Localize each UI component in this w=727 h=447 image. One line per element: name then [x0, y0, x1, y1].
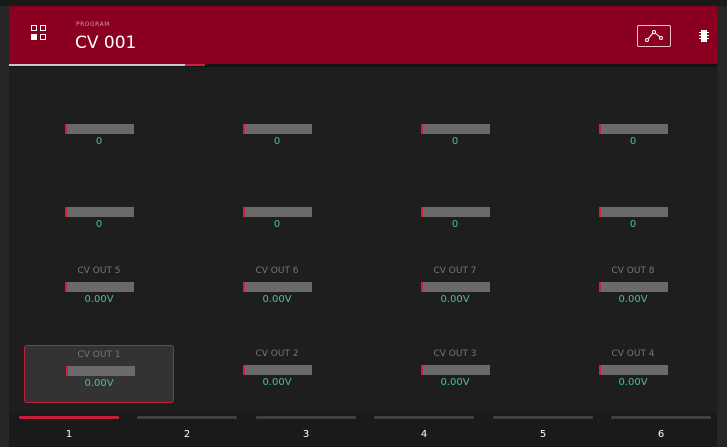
pad-level-bar[interactable] [421, 282, 490, 292]
pad-level-bar[interactable] [243, 365, 312, 375]
program-header: PROGRAM CV 001 [9, 6, 717, 64]
pad-cell[interactable]: 0 [380, 104, 530, 162]
pad-level-bar[interactable] [66, 366, 135, 376]
pad-cell[interactable]: 0 [24, 187, 174, 245]
pad-value: 0 [629, 136, 637, 147]
pad-value: 0 [273, 136, 281, 147]
pad-value: 0 [95, 136, 103, 147]
pad-value: 0.00V [440, 377, 470, 388]
pad-level-bar[interactable] [421, 365, 490, 375]
pad-level-bar[interactable] [421, 207, 490, 217]
envelope-button[interactable] [637, 25, 671, 47]
pad-level-bar[interactable] [243, 124, 312, 134]
pad-level-bar[interactable] [421, 124, 490, 134]
pad-label: CV OUT 5 [77, 266, 121, 276]
tab-label: 4 [420, 429, 428, 440]
pad-label: CV OUT 8 [611, 266, 655, 276]
pad-cell-cv-out-5[interactable]: CV OUT 5 0.00V [24, 262, 174, 320]
pad-value: 0 [451, 136, 459, 147]
pad-level-bar[interactable] [243, 207, 312, 217]
header-scroll-marker [185, 64, 205, 66]
pad-level-bar[interactable] [599, 207, 668, 217]
pad-grid: 0 0 0 0 0 0 0 0 CV OUT 5 0.00V CV OUT 6 … [9, 67, 717, 412]
pad-label: CV OUT 3 [433, 349, 477, 359]
tab-label: 5 [539, 429, 547, 440]
envelope-curve-icon [645, 30, 663, 42]
pad-cell[interactable]: 0 [558, 104, 708, 162]
tab-label: 2 [183, 429, 191, 440]
pad-cell[interactable]: 0 [202, 104, 352, 162]
pad-cell-cv-out-1[interactable]: CV OUT 1 0.00V [24, 345, 174, 403]
pad-value: 0.00V [84, 378, 114, 389]
pad-value: 0 [273, 219, 281, 230]
tab-label: 6 [657, 429, 665, 440]
pad-value: 0.00V [84, 294, 114, 305]
pad-value: 0.00V [262, 294, 292, 305]
pad-level-bar[interactable] [65, 282, 134, 292]
pad-cell-cv-out-3[interactable]: CV OUT 3 0.00V [380, 345, 530, 403]
pad-label: CV OUT 6 [255, 266, 299, 276]
pad-level-bar[interactable] [599, 365, 668, 375]
pad-cell[interactable]: 0 [380, 187, 530, 245]
tab-indicator [493, 416, 593, 419]
pad-value: 0 [95, 219, 103, 230]
pad-cell[interactable]: 0 [24, 104, 174, 162]
pad-cell-cv-out-2[interactable]: CV OUT 2 0.00V [202, 345, 352, 403]
chip-icon[interactable] [699, 30, 709, 42]
pad-label: CV OUT 1 [77, 350, 121, 360]
pad-value: 0 [629, 219, 637, 230]
pad-level-bar[interactable] [599, 124, 668, 134]
pad-level-bar[interactable] [243, 282, 312, 292]
pad-cell-cv-out-7[interactable]: CV OUT 7 0.00V [380, 262, 530, 320]
pad-cell[interactable]: 0 [558, 187, 708, 245]
pad-level-bar[interactable] [65, 207, 134, 217]
pad-cell-cv-out-6[interactable]: CV OUT 6 0.00V [202, 262, 352, 320]
pad-value: 0.00V [618, 377, 648, 388]
pad-cell-cv-out-8[interactable]: CV OUT 8 0.00V [558, 262, 708, 320]
pad-level-bar[interactable] [599, 282, 668, 292]
tab-label: 1 [65, 429, 73, 440]
pad-cell-cv-out-4[interactable]: CV OUT 4 0.00V [558, 345, 708, 403]
tab-indicator [19, 416, 119, 419]
pad-value: 0.00V [440, 294, 470, 305]
pad-level-bar[interactable] [65, 124, 134, 134]
pad-label: CV OUT 2 [255, 349, 299, 359]
tab-indicator [256, 416, 356, 419]
pad-label: CV OUT 4 [611, 349, 655, 359]
tab-indicator [137, 416, 237, 419]
pad-label: CV OUT 7 [433, 266, 477, 276]
tab-indicator [374, 416, 474, 419]
pad-value: 0.00V [618, 294, 648, 305]
program-name[interactable]: CV 001 [75, 33, 136, 53]
tab-indicator [611, 416, 711, 419]
header-scroll-indicator [9, 64, 199, 66]
tab-label: 3 [302, 429, 310, 440]
section-label: PROGRAM [76, 21, 110, 28]
pad-value: 0 [451, 219, 459, 230]
pad-value: 0.00V [262, 377, 292, 388]
grid-icon[interactable] [31, 25, 47, 41]
pad-cell[interactable]: 0 [202, 187, 352, 245]
